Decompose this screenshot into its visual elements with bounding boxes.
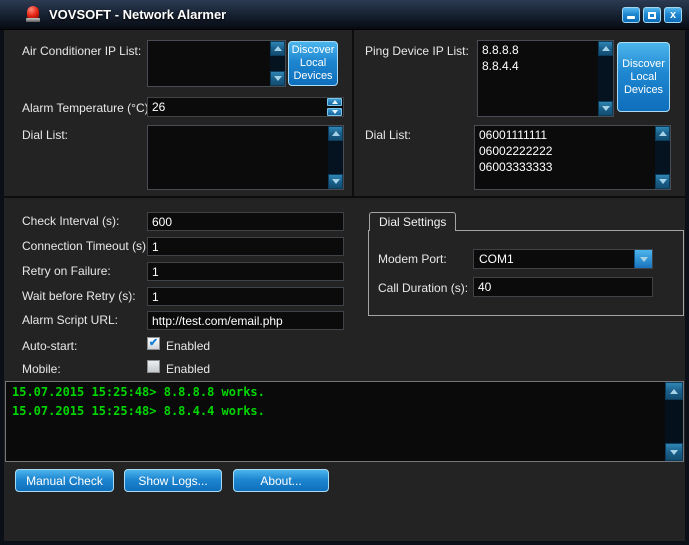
scroll-down-icon[interactable] bbox=[598, 101, 613, 116]
scroll-up-icon[interactable] bbox=[328, 126, 343, 141]
alarm-temperature-field bbox=[147, 97, 344, 117]
close-icon: x bbox=[670, 10, 676, 21]
discover-local-devices-button-left[interactable]: Discover Local Devices bbox=[288, 41, 338, 86]
mobile-checkbox[interactable] bbox=[147, 360, 160, 373]
alarm-temperature-label: Alarm Temperature (°C): bbox=[22, 101, 152, 115]
ping-ip-list-input[interactable]: 8.8.8.8 8.8.4.4 bbox=[478, 41, 598, 116]
wait-before-retry-label: Wait before Retry (s): bbox=[22, 289, 136, 303]
discover-local-devices-button-right[interactable]: Discover Local Devices bbox=[617, 42, 670, 112]
alarm-temperature-stepper bbox=[326, 98, 343, 116]
log-line: 15.07.2015 15:25:48> 8.8.4.4 works. bbox=[12, 403, 683, 420]
retry-on-failure-input[interactable] bbox=[147, 262, 344, 281]
check-interval-label: Check Interval (s): bbox=[22, 214, 119, 228]
log-line: 15.07.2015 15:25:48> 8.8.8.8 works. bbox=[12, 384, 683, 401]
ping-ip-listbox: 8.8.8.8 8.8.4.4 bbox=[477, 40, 614, 117]
mobile-label: Mobile: bbox=[22, 362, 61, 376]
dial-settings-groupbox bbox=[368, 230, 684, 316]
dial-list-left-listbox bbox=[147, 125, 344, 190]
connection-timeout-input[interactable] bbox=[147, 237, 344, 256]
close-button[interactable]: x bbox=[664, 7, 682, 23]
ac-ip-listbox bbox=[147, 40, 286, 87]
minimize-icon bbox=[627, 16, 635, 19]
auto-start-checkbox[interactable]: ✔ bbox=[147, 337, 160, 350]
scroll-down-icon[interactable] bbox=[328, 174, 343, 189]
manual-check-button[interactable]: Manual Check bbox=[15, 469, 114, 492]
auto-start-label: Auto-start: bbox=[22, 339, 77, 353]
alarm-script-url-label: Alarm Script URL: bbox=[22, 313, 118, 327]
dial-list-left-scrollbar[interactable] bbox=[328, 126, 343, 189]
dial-list-right-scrollbar[interactable] bbox=[655, 126, 670, 189]
about-button[interactable]: About... bbox=[233, 469, 329, 492]
dial-list-right-listbox: 06001111111 06002222222 06003333333 bbox=[474, 125, 671, 190]
horizontal-divider bbox=[4, 196, 685, 198]
scroll-up-icon[interactable] bbox=[665, 382, 683, 400]
spinner-up-icon[interactable] bbox=[327, 98, 342, 106]
mobile-checkbox-label: Enabled bbox=[166, 362, 210, 376]
ac-ip-scrollbar[interactable] bbox=[270, 41, 285, 86]
scroll-up-icon[interactable] bbox=[598, 41, 613, 56]
tab-dial-settings[interactable]: Dial Settings bbox=[369, 212, 456, 231]
auto-start-checkbox-label: Enabled bbox=[166, 339, 210, 353]
ping-ip-list-label: Ping Device IP List: bbox=[365, 44, 469, 58]
wait-before-retry-input[interactable] bbox=[147, 287, 344, 306]
maximize-button[interactable] bbox=[643, 7, 661, 23]
check-interval-input[interactable] bbox=[147, 212, 344, 231]
scroll-down-icon[interactable] bbox=[665, 443, 683, 461]
dial-list-left-input[interactable] bbox=[148, 126, 328, 189]
minimize-button[interactable] bbox=[622, 7, 640, 23]
dial-list-right-input[interactable]: 06001111111 06002222222 06003333333 bbox=[475, 126, 655, 189]
alarm-script-url-input[interactable] bbox=[147, 311, 344, 330]
retry-on-failure-label: Retry on Failure: bbox=[22, 264, 111, 278]
scroll-up-icon[interactable] bbox=[270, 41, 285, 56]
app-window: VOVSOFT - Network Alarmer x Air Conditio… bbox=[0, 0, 689, 545]
vertical-divider bbox=[352, 30, 354, 196]
checkmark-icon: ✔ bbox=[149, 338, 158, 349]
dial-list-right-label: Dial List: bbox=[365, 128, 411, 142]
title-bar[interactable]: VOVSOFT - Network Alarmer x bbox=[0, 0, 689, 30]
dial-list-left-label: Dial List: bbox=[22, 128, 68, 142]
alarm-temperature-input[interactable] bbox=[147, 97, 344, 117]
scroll-down-icon[interactable] bbox=[655, 174, 670, 189]
window-title: VOVSOFT - Network Alarmer bbox=[49, 7, 226, 22]
spinner-down-icon[interactable] bbox=[327, 108, 342, 116]
log-output[interactable]: 15.07.2015 15:25:48> 8.8.8.8 works. 15.0… bbox=[5, 381, 684, 462]
ping-ip-scrollbar[interactable] bbox=[598, 41, 613, 116]
show-logs-button[interactable]: Show Logs... bbox=[124, 469, 222, 492]
maximize-icon bbox=[648, 12, 656, 19]
scroll-up-icon[interactable] bbox=[655, 126, 670, 141]
connection-timeout-label: Connection Timeout (s): bbox=[22, 239, 149, 253]
log-scrollbar[interactable] bbox=[665, 382, 683, 461]
ac-ip-list-label: Air Conditioner IP List: bbox=[22, 44, 141, 58]
ac-ip-list-input[interactable] bbox=[148, 41, 270, 86]
alarm-icon bbox=[26, 6, 40, 23]
client-area: Air Conditioner IP List: Discover Local … bbox=[4, 30, 685, 541]
scroll-down-icon[interactable] bbox=[270, 71, 285, 86]
